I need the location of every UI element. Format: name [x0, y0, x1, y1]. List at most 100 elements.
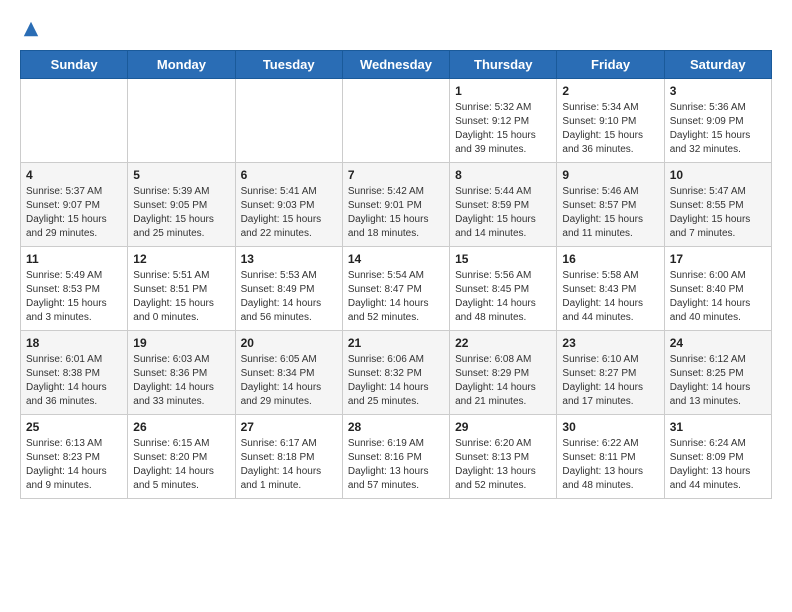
logo-icon — [22, 20, 40, 38]
calendar-day-cell: 21 Sunrise: 6:06 AM Sunset: 8:32 PM Dayli… — [342, 331, 449, 415]
day-info: Sunrise: 5:53 AM Sunset: 8:49 PM Dayligh… — [241, 269, 337, 325]
day-info: Sunrise: 6:22 AM Sunset: 8:11 PM Dayligh… — [562, 437, 658, 493]
day-of-week-header: Monday — [128, 51, 235, 79]
day-info: Sunrise: 6:13 AM Sunset: 8:23 PM Dayligh… — [26, 437, 122, 493]
calendar-day-cell: 7Sunrise: 5:42 AM Sunset: 9:01 PM Daylig… — [342, 163, 449, 247]
day-number: 14 — [348, 252, 444, 266]
day-number: 17 — [670, 252, 766, 266]
day-number: 26 — [133, 420, 229, 434]
day-number: 29 — [455, 420, 551, 434]
day-info: Sunrise: 5:47 AM Sunset: 8:55 PM Dayligh… — [670, 185, 766, 241]
day-info: Sunrise: 5:32 AM Sunset: 9:12 PM Dayligh… — [455, 101, 551, 157]
day-number: 15 — [455, 252, 551, 266]
day-info: Sunrise: 5:36 AM Sunset: 9:09 PM Dayligh… — [670, 101, 766, 157]
day-info: Sunrise: 5:42 AM Sunset: 9:01 PM Dayligh… — [348, 185, 444, 241]
day-info: Sunrise: 6:03 AM Sunset: 8:36 PM Dayligh… — [133, 353, 229, 409]
calendar-day-cell: 18 Sunrise: 6:01 AM Sunset: 8:38 PM Dayli… — [21, 331, 128, 415]
day-number: 2 — [562, 84, 658, 98]
calendar-day-cell: 12 Sunrise: 5:51 AM Sunset: 8:51 PM Dayli… — [128, 247, 235, 331]
calendar-day-cell: 27 Sunrise: 6:17 AM Sunset: 8:18 PM Dayli… — [235, 415, 342, 499]
logo — [20, 20, 40, 34]
day-number: 30 — [562, 420, 658, 434]
day-info: Sunrise: 5:46 AM Sunset: 8:57 PM Dayligh… — [562, 185, 658, 241]
day-info: Sunrise: 5:58 AM Sunset: 8:43 PM Dayligh… — [562, 269, 658, 325]
day-info: Sunrise: 6:08 AM Sunset: 8:29 PM Dayligh… — [455, 353, 551, 409]
calendar-week-row: 4Sunrise: 5:37 AM Sunset: 9:07 PM Daylig… — [21, 163, 772, 247]
calendar-day-cell: 9 Sunrise: 5:46 AM Sunset: 8:57 PM Daylig… — [557, 163, 664, 247]
day-number: 20 — [241, 336, 337, 350]
day-number: 31 — [670, 420, 766, 434]
day-info: Sunrise: 6:19 AM Sunset: 8:16 PM Dayligh… — [348, 437, 444, 493]
day-number: 10 — [670, 168, 766, 182]
calendar-day-cell — [128, 79, 235, 163]
calendar-day-cell: 14 Sunrise: 5:54 AM Sunset: 8:47 PM Dayli… — [342, 247, 449, 331]
day-info: Sunrise: 5:44 AM Sunset: 8:59 PM Dayligh… — [455, 185, 551, 241]
day-info: Sunrise: 6:06 AM Sunset: 8:32 PM Dayligh… — [348, 353, 444, 409]
day-info: Sunrise: 5:37 AM Sunset: 9:07 PM Dayligh… — [26, 185, 122, 241]
calendar-day-cell: 17 Sunrise: 6:00 AM Sunset: 8:40 PM Dayli… — [664, 247, 771, 331]
day-number: 5 — [133, 168, 229, 182]
calendar-day-cell: 23 Sunrise: 6:10 AM Sunset: 8:27 PM Dayli… — [557, 331, 664, 415]
day-info: Sunrise: 6:10 AM Sunset: 8:27 PM Dayligh… — [562, 353, 658, 409]
calendar-day-cell: 2 Sunrise: 5:34 AM Sunset: 9:10 PM Daylig… — [557, 79, 664, 163]
day-info: Sunrise: 6:05 AM Sunset: 8:34 PM Dayligh… — [241, 353, 337, 409]
calendar-day-cell — [21, 79, 128, 163]
day-of-week-header: Tuesday — [235, 51, 342, 79]
calendar-table: SundayMondayTuesdayWednesdayThursdayFrid… — [20, 50, 772, 499]
day-info: Sunrise: 5:49 AM Sunset: 8:53 PM Dayligh… — [26, 269, 122, 325]
day-number: 6 — [241, 168, 337, 182]
day-info: Sunrise: 5:54 AM Sunset: 8:47 PM Dayligh… — [348, 269, 444, 325]
calendar-day-cell: 31 Sunrise: 6:24 AM Sunset: 8:09 PM Dayli… — [664, 415, 771, 499]
calendar-day-cell: 25 Sunrise: 6:13 AM Sunset: 8:23 PM Dayli… — [21, 415, 128, 499]
calendar-week-row: 1 Sunrise: 5:32 AM Sunset: 9:12 PM Daylig… — [21, 79, 772, 163]
day-info: Sunrise: 6:00 AM Sunset: 8:40 PM Dayligh… — [670, 269, 766, 325]
calendar-day-cell: 16 Sunrise: 5:58 AM Sunset: 8:43 PM Dayli… — [557, 247, 664, 331]
day-number: 23 — [562, 336, 658, 350]
calendar-week-row: 25 Sunrise: 6:13 AM Sunset: 8:23 PM Dayli… — [21, 415, 772, 499]
day-number: 13 — [241, 252, 337, 266]
calendar-header-row: SundayMondayTuesdayWednesdayThursdayFrid… — [21, 51, 772, 79]
calendar-day-cell: 22 Sunrise: 6:08 AM Sunset: 8:29 PM Dayli… — [450, 331, 557, 415]
day-number: 25 — [26, 420, 122, 434]
day-number: 12 — [133, 252, 229, 266]
day-of-week-header: Wednesday — [342, 51, 449, 79]
calendar-day-cell: 1 Sunrise: 5:32 AM Sunset: 9:12 PM Daylig… — [450, 79, 557, 163]
day-info: Sunrise: 5:39 AM Sunset: 9:05 PM Dayligh… — [133, 185, 229, 241]
day-number: 19 — [133, 336, 229, 350]
calendar-day-cell: 19 Sunrise: 6:03 AM Sunset: 8:36 PM Dayli… — [128, 331, 235, 415]
calendar-day-cell: 26 Sunrise: 6:15 AM Sunset: 8:20 PM Dayli… — [128, 415, 235, 499]
day-info: Sunrise: 6:24 AM Sunset: 8:09 PM Dayligh… — [670, 437, 766, 493]
calendar-day-cell — [342, 79, 449, 163]
calendar-day-cell: 29Sunrise: 6:20 AM Sunset: 8:13 PM Dayli… — [450, 415, 557, 499]
day-info: Sunrise: 5:34 AM Sunset: 9:10 PM Dayligh… — [562, 101, 658, 157]
page-header — [20, 20, 772, 34]
day-number: 27 — [241, 420, 337, 434]
day-of-week-header: Friday — [557, 51, 664, 79]
day-number: 22 — [455, 336, 551, 350]
calendar-day-cell: 5 Sunrise: 5:39 AM Sunset: 9:05 PM Daylig… — [128, 163, 235, 247]
calendar-day-cell: 10 Sunrise: 5:47 AM Sunset: 8:55 PM Dayli… — [664, 163, 771, 247]
day-info: Sunrise: 6:17 AM Sunset: 8:18 PM Dayligh… — [241, 437, 337, 493]
day-number: 16 — [562, 252, 658, 266]
day-number: 1 — [455, 84, 551, 98]
day-info: Sunrise: 5:56 AM Sunset: 8:45 PM Dayligh… — [455, 269, 551, 325]
calendar-day-cell: 8Sunrise: 5:44 AM Sunset: 8:59 PM Daylig… — [450, 163, 557, 247]
calendar-day-cell: 13 Sunrise: 5:53 AM Sunset: 8:49 PM Dayli… — [235, 247, 342, 331]
day-number: 9 — [562, 168, 658, 182]
day-info: Sunrise: 6:15 AM Sunset: 8:20 PM Dayligh… — [133, 437, 229, 493]
day-number: 11 — [26, 252, 122, 266]
calendar-day-cell: 15 Sunrise: 5:56 AM Sunset: 8:45 PM Dayli… — [450, 247, 557, 331]
calendar-week-row: 11 Sunrise: 5:49 AM Sunset: 8:53 PM Dayli… — [21, 247, 772, 331]
day-of-week-header: Sunday — [21, 51, 128, 79]
calendar-day-cell: 28 Sunrise: 6:19 AM Sunset: 8:16 PM Dayli… — [342, 415, 449, 499]
calendar-day-cell: 4Sunrise: 5:37 AM Sunset: 9:07 PM Daylig… — [21, 163, 128, 247]
day-number: 28 — [348, 420, 444, 434]
calendar-day-cell: 3Sunrise: 5:36 AM Sunset: 9:09 PM Daylig… — [664, 79, 771, 163]
day-info: Sunrise: 6:01 AM Sunset: 8:38 PM Dayligh… — [26, 353, 122, 409]
day-number: 21 — [348, 336, 444, 350]
calendar-day-cell: 11 Sunrise: 5:49 AM Sunset: 8:53 PM Dayli… — [21, 247, 128, 331]
day-number: 18 — [26, 336, 122, 350]
calendar-week-row: 18 Sunrise: 6:01 AM Sunset: 8:38 PM Dayli… — [21, 331, 772, 415]
day-info: Sunrise: 6:12 AM Sunset: 8:25 PM Dayligh… — [670, 353, 766, 409]
day-info: Sunrise: 5:51 AM Sunset: 8:51 PM Dayligh… — [133, 269, 229, 325]
